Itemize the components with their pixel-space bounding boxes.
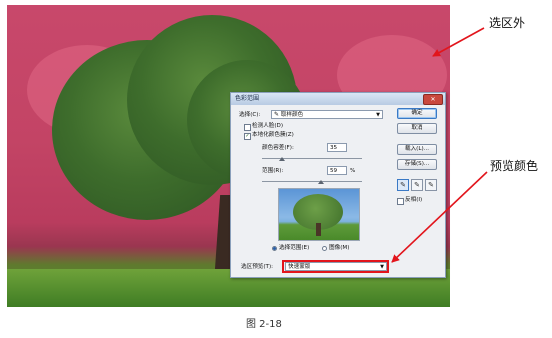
annotation-arrows [391,27,488,263]
preview-arrow [391,171,488,263]
outside-arrow [432,27,485,57]
figure-caption: 图 2-18 [246,319,282,330]
